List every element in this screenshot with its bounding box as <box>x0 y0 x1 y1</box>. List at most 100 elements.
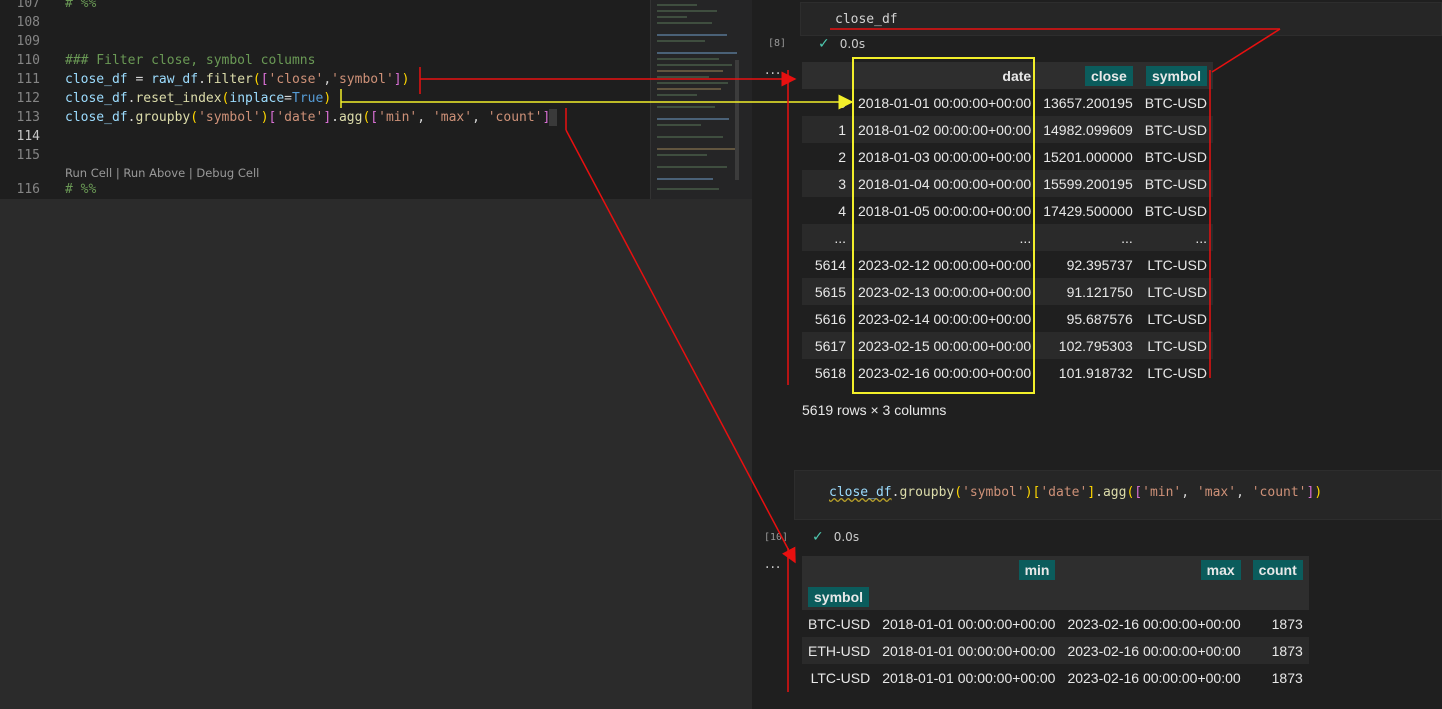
code-line[interactable]: close_df = raw_df.filter(['close','symbo… <box>65 72 409 87</box>
cell1-input[interactable]: close_df <box>800 2 1442 36</box>
cell2-exec-time: 0.0s <box>833 530 860 544</box>
code-line[interactable]: # %% <box>65 0 96 11</box>
table-row: ............ <box>802 224 1213 251</box>
symbol-index-tag: symbol <box>808 586 870 607</box>
codelens-separator: | <box>185 166 197 180</box>
cell-symbol: BTC-USD <box>1144 148 1207 165</box>
table-shape-caption: 5619 rows × 3 columns <box>802 402 947 418</box>
column-header-symbol: symbol <box>1139 62 1213 89</box>
cell-close: 15599.200195 <box>1043 175 1133 192</box>
run-above-link[interactable]: Run Above <box>123 166 185 180</box>
table-row: 5615 2023-02-13 00:00:00+00:00 91.121750 LT… <box>802 278 1213 305</box>
codelens-separator: | <box>112 166 124 180</box>
line-number: 110 <box>16 53 40 68</box>
max-header-tag: max <box>1200 559 1241 580</box>
code-editor[interactable]: 107 # %% 108 109 110 ### Filter close, s… <box>0 0 650 199</box>
table-row: 1 2018-01-02 00:00:00+00:00 14982.099609 BT… <box>802 116 1213 143</box>
code-line[interactable]: close_df.groupby('symbol')['date'].agg([… <box>65 110 558 125</box>
column-header-min: min <box>876 556 1061 583</box>
check-icon: ✓ <box>812 529 824 545</box>
table-row: 2 2018-01-03 00:00:00+00:00 15201.000000 BT… <box>802 143 1213 170</box>
cell-close: 13657.200195 <box>1043 94 1133 111</box>
debug-cell-link[interactable]: Debug Cell <box>196 166 259 180</box>
cell-close: 17429.500000 <box>1043 202 1133 219</box>
close-df-table: date close symbol 0 2018-01-01 00:00:00+0… <box>802 62 1213 386</box>
cell-date: 2023-02-16 00:00:00+00:00 <box>858 364 1032 381</box>
table-row: BTC-USD 2018-01-01 00:00:00+00:00 2023-02-… <box>802 610 1309 637</box>
cell1-status: ✓ 0.0s <box>818 36 865 52</box>
table-row: 5617 2023-02-15 00:00:00+00:00 102.795303 L… <box>802 332 1213 359</box>
cell-symbol: BTC-USD <box>1144 94 1207 111</box>
cell2-execution-count: [10] <box>764 532 789 543</box>
row-index: 2 <box>838 148 846 165</box>
line-number: 107 <box>16 0 40 11</box>
symbol-header-tag: symbol <box>1145 65 1207 86</box>
cell-date: 2018-01-02 00:00:00+00:00 <box>858 121 1032 138</box>
cell-symbol: BTC-USD <box>1144 202 1207 219</box>
code-line[interactable]: close_df.reset_index(inplace=True) <box>65 91 331 106</box>
cell1-output-more-button[interactable]: ... <box>765 62 781 78</box>
code-line[interactable]: # %% <box>65 182 96 197</box>
cell-close: 92.395737 <box>1066 256 1133 273</box>
empty-panel <box>0 199 752 709</box>
line-number: 111 <box>16 72 40 87</box>
cell-date: 2023-02-15 00:00:00+00:00 <box>858 337 1032 354</box>
cell-count: 1873 <box>1271 669 1303 686</box>
cell-date: 2018-01-04 00:00:00+00:00 <box>858 175 1032 192</box>
column-header-close: close <box>1037 62 1139 89</box>
cell-close: 14982.099609 <box>1043 121 1133 138</box>
index-name-header: symbol <box>802 583 876 610</box>
table-row: 4 2018-01-05 00:00:00+00:00 17429.500000 BT… <box>802 197 1213 224</box>
row-index: 5616 <box>814 310 846 327</box>
line-number-active: 114 <box>16 129 40 144</box>
line-number: 112 <box>16 91 40 106</box>
code-line[interactable]: ### Filter close, symbol columns <box>65 53 315 68</box>
cell2-output-more-button[interactable]: ... <box>765 556 781 572</box>
column-header-count: count <box>1247 556 1309 583</box>
min-header-tag: min <box>1018 559 1056 580</box>
cell-symbol: LTC-USD <box>1147 337 1207 354</box>
table-row: 3 2018-01-04 00:00:00+00:00 15599.200195 BT… <box>802 170 1213 197</box>
row-index: 4 <box>838 202 846 219</box>
cell-symbol: LTC-USD <box>1147 256 1207 273</box>
cell2-input[interactable]: close_df.groupby('symbol')['date'].agg([… <box>794 470 1442 520</box>
table-header-row: min max count <box>802 556 1309 583</box>
cell-min: 2018-01-01 00:00:00+00:00 <box>882 615 1056 632</box>
index-name-row: symbol <box>802 583 1309 610</box>
run-cell-link[interactable]: Run Cell <box>65 166 112 180</box>
minimap-scrollbar[interactable] <box>735 60 739 180</box>
cell2-code[interactable]: close_df.groupby('symbol')['date'].agg([… <box>829 485 1322 500</box>
cell-date: 2023-02-13 00:00:00+00:00 <box>858 283 1032 300</box>
text-cursor <box>549 109 557 126</box>
cell-close: 102.795303 <box>1058 337 1133 354</box>
table-row: 5616 2023-02-14 00:00:00+00:00 95.687576 LT… <box>802 305 1213 332</box>
table-row: 5614 2023-02-12 00:00:00+00:00 92.395737 LT… <box>802 251 1213 278</box>
cell-close: 95.687576 <box>1066 310 1133 327</box>
row-index: 5618 <box>814 364 846 381</box>
cell-date: 2018-01-03 00:00:00+00:00 <box>858 148 1032 165</box>
notebook-panel: close_df [8] ✓ 0.0s ... date close symbol… <box>752 0 1442 709</box>
cell-date: 2018-01-05 00:00:00+00:00 <box>858 202 1032 219</box>
line-number: 116 <box>16 182 40 197</box>
table-row: 0 2018-01-01 00:00:00+00:00 13657.200195 BT… <box>802 89 1213 116</box>
cell-symbol: ... <box>1195 229 1207 246</box>
minimap[interactable] <box>650 0 753 199</box>
cell1-exec-time: 0.0s <box>839 37 866 51</box>
cell-date: ... <box>1019 229 1032 246</box>
cell-symbol: LTC-USD <box>1147 364 1207 381</box>
row-index: 5614 <box>814 256 846 273</box>
cell1-execution-count: [8] <box>768 38 787 49</box>
cell-symbol: LTC-USD <box>1147 310 1207 327</box>
column-header-date: date <box>1002 67 1032 84</box>
line-number: 108 <box>16 15 40 30</box>
row-index: 5617 <box>814 337 846 354</box>
cell-max: 2023-02-16 00:00:00+00:00 <box>1067 669 1241 686</box>
line-number: 109 <box>16 34 40 49</box>
line-number: 113 <box>16 110 40 125</box>
row-index: 5615 <box>814 283 846 300</box>
cell1-code[interactable]: close_df <box>835 12 898 27</box>
cell-close: 101.918732 <box>1058 364 1133 381</box>
table-row: ETH-USD 2018-01-01 00:00:00+00:00 2023-02-… <box>802 637 1309 664</box>
cell-min: 2018-01-01 00:00:00+00:00 <box>882 642 1056 659</box>
index-header <box>802 62 852 89</box>
